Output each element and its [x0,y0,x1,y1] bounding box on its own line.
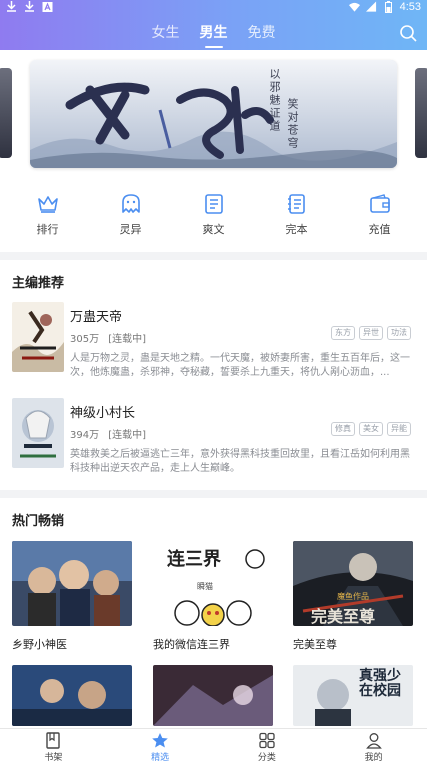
battery-icon [384,1,392,13]
book-word-count: 305万 [70,334,100,345]
book-description: 英雄救美之后被逼逃亡三年，意外获得黑科技重回故里，且看江岳如何利用黑科技种出逆天… [70,449,410,474]
banner-slide[interactable]: 以邪魅证道 笑对苍穹 [30,60,397,168]
nav-categories[interactable]: 分类 [227,729,307,764]
banner-caption-1: 以邪魅证道 [268,68,281,133]
category-supernatural[interactable]: 灵异 [101,193,161,241]
nav-profile[interactable]: 我的 [334,729,414,764]
book-cover [12,398,64,468]
search-icon[interactable] [399,24,417,42]
book-tag: 东方 [331,326,355,340]
book-title: 乡野小神医 [12,638,67,651]
tab-male[interactable]: 男生 [200,20,228,48]
book-word-count: 394万 [70,430,100,441]
hot-book[interactable]: 连三界 瞬猫 我的微信连三界 [153,541,273,652]
ghost-icon [121,194,140,213]
download-icon [25,1,34,12]
app-header: 4:53 女生 男生 免费 [0,0,427,50]
hot-book[interactable]: 魔鱼作品 完美至尊 完美至尊 [293,541,413,652]
book-status: [连载中] [108,430,147,441]
app-a-icon [42,2,53,12]
book-tag: 异能 [387,422,411,436]
book-description: 人是万物之灵，蛊是天地之精。一代天魔，被娇妻所害，重生五百年后，这一次，他炼魔蛊… [70,353,410,378]
hot-sales-title: 热门畅销 [12,514,65,529]
status-time: 4:53 [399,1,421,13]
cover-text: 真强少在校园 [359,668,401,699]
grid-icon [259,732,275,749]
category-completed[interactable]: 完本 [267,193,327,241]
notebook-icon [287,194,305,214]
category-label: 灵异 [119,223,142,236]
download-icon [7,1,16,12]
wifi-icon [348,2,360,12]
nav-label: 分类 [257,753,276,763]
book-meta: 394万 [连载中] [70,426,146,441]
book-cover [12,302,64,372]
cover-text: 连三界 [167,549,221,570]
nav-label: 书架 [44,753,63,763]
book-tag: 美女 [359,422,383,436]
book-title: 我的微信连三界 [153,638,230,651]
tab-female[interactable]: 女生 [152,20,180,48]
star-icon [152,733,168,748]
category-label: 爽文 [202,223,225,236]
hot-book[interactable] [153,665,273,726]
book-cover: 连三界 瞬猫 [153,541,273,626]
book-icon [204,194,223,214]
wallet-icon [369,194,390,213]
status-bar: 4:53 [0,0,427,16]
crown-icon [37,196,58,213]
book-item[interactable]: 神级小村长 394万 [连载中] 修真 美女 异能 英雄救美之后被逼逃亡三年，意… [12,398,415,478]
book-item[interactable]: 万蛊天帝 305万 [连载中] 东方 异世 功法 人是万物之灵，蛊是天地之精。一… [12,302,415,382]
bookshelf-icon [46,732,61,749]
book-cover: 真强少在校园 [293,665,413,726]
book-title: 完美至尊 [293,638,337,651]
book-title: 万蛊天帝 [70,310,123,325]
hot-book[interactable] [12,665,132,726]
category-label: 排行 [36,223,59,236]
signal-icon [365,1,376,12]
category-cool-fiction[interactable]: 爽文 [184,193,244,241]
category-recharge[interactable]: 充值 [350,193,410,241]
nav-label: 精选 [151,753,170,763]
banner-artwork [30,60,397,168]
cover-text: 完美至尊 [311,607,376,626]
hot-book[interactable]: 真强少在校园 [293,665,413,726]
book-tag: 修真 [331,422,355,436]
book-tags: 修真 美女 异能 [331,422,411,436]
book-tag: 异世 [359,326,383,340]
tab-free[interactable]: 免费 [248,20,276,48]
category-label: 完本 [285,223,308,236]
book-meta: 305万 [连载中] [70,330,146,345]
book-cover [12,541,132,626]
nav-label: 我的 [364,753,383,763]
cover-publisher: 魔鱼作品 [337,592,369,601]
book-tags: 东方 异世 功法 [331,326,411,340]
bottom-nav: 书架 精选 分类 我的 [0,728,427,764]
editor-picks-title: 主编推荐 [12,276,65,291]
user-icon [365,733,382,749]
book-tag: 功法 [387,326,411,340]
book-title: 神级小村长 [70,406,136,421]
book-cover [153,665,273,726]
category-row: 排行 灵异 爽文 完本 充值 [0,193,427,241]
section-divider [0,490,427,498]
section-divider [0,252,427,260]
book-cover: 魔鱼作品 完美至尊 [293,541,413,626]
banner-carousel[interactable]: 以邪魅证道 笑对苍穹 [0,58,427,168]
nav-featured[interactable]: 精选 [120,729,200,764]
banner-caption-2: 笑对苍穹 [286,98,299,150]
gender-tabs: 女生 男生 免费 [0,20,427,48]
category-label: 充值 [368,223,391,236]
banner-next-slide[interactable] [415,68,427,158]
category-ranking[interactable]: 排行 [18,193,78,241]
nav-bookshelf[interactable]: 书架 [13,729,93,764]
cover-author: 瞬猫 [197,582,213,591]
book-status: [连载中] [108,334,147,345]
hot-book[interactable]: 乡野小神医 [12,541,132,652]
banner-prev-slide[interactable] [0,68,12,158]
book-cover [12,665,132,726]
